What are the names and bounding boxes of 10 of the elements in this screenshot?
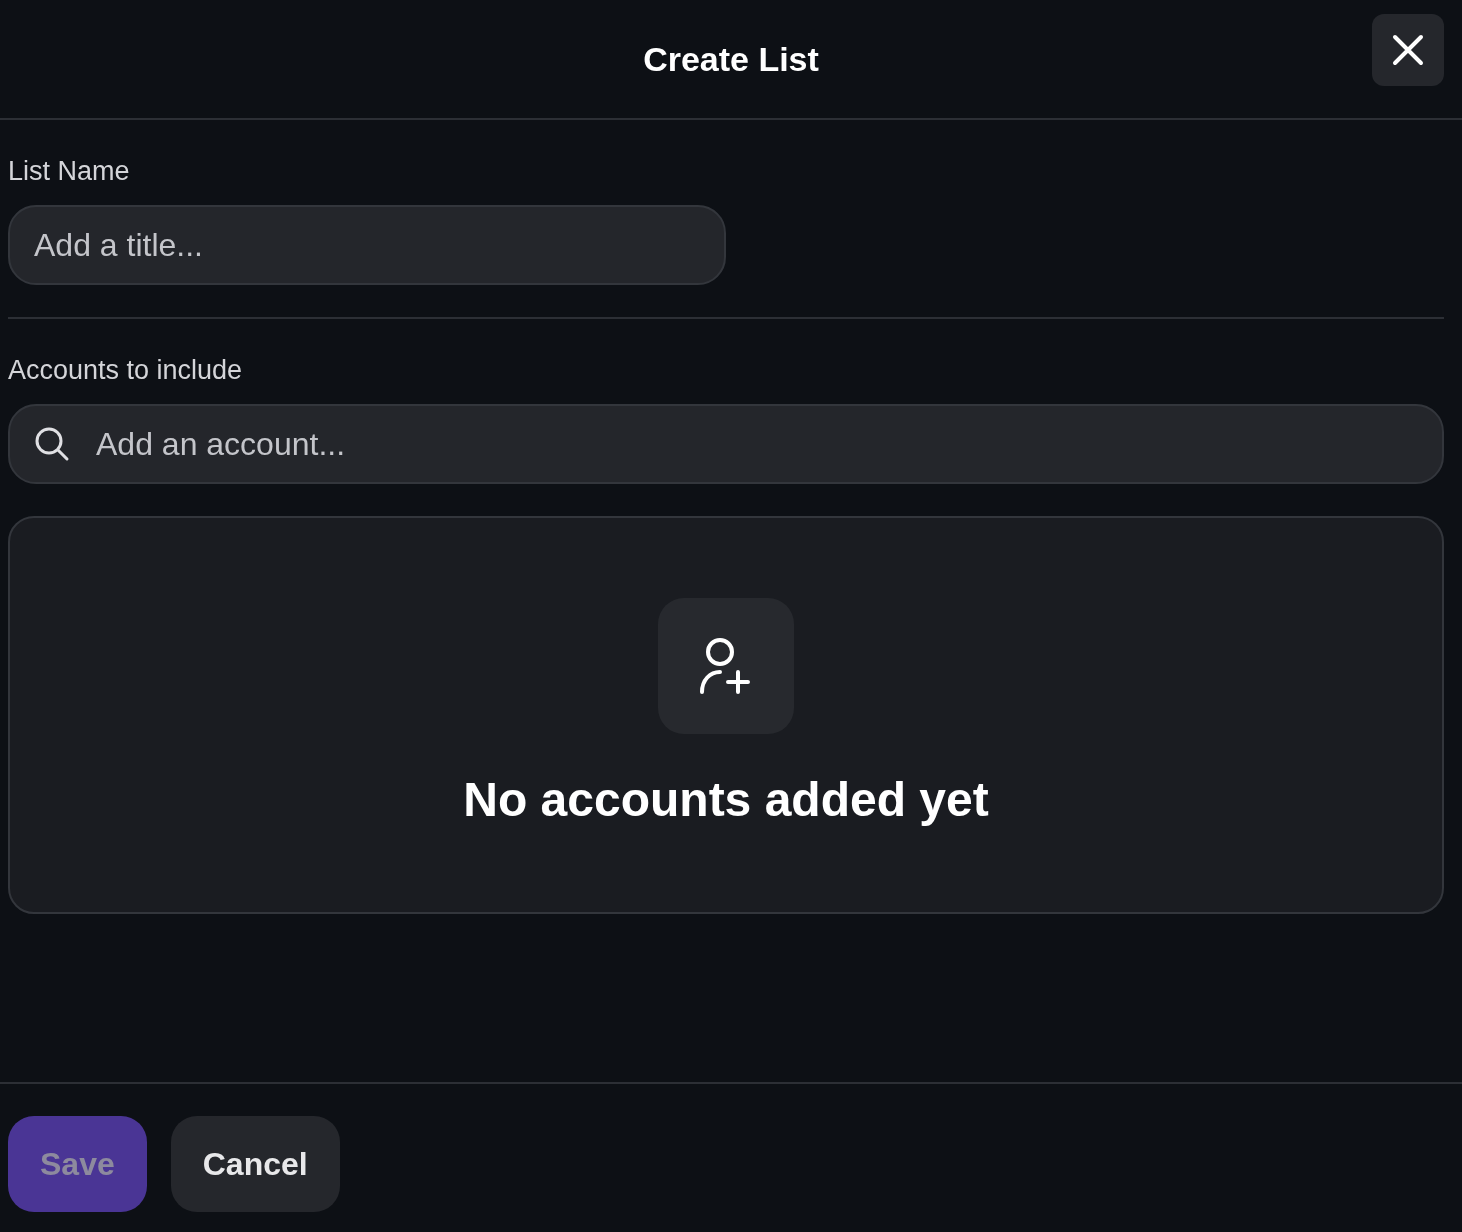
field-label: List Name [8, 156, 131, 187]
search-icon [34, 426, 70, 462]
title-input-field[interactable]: Add a title... [8, 205, 726, 285]
close-button[interactable] [1372, 14, 1444, 86]
account-search-field[interactable]: Add an account... [8, 404, 1444, 484]
cancel-button[interactable]: Cancel [170, 1116, 340, 1212]
field-label: Accounts to include [8, 355, 244, 386]
dialog-title: Create List [643, 39, 819, 79]
empty-message: No accounts added yet [463, 772, 989, 827]
close-icon [1392, 34, 1424, 66]
